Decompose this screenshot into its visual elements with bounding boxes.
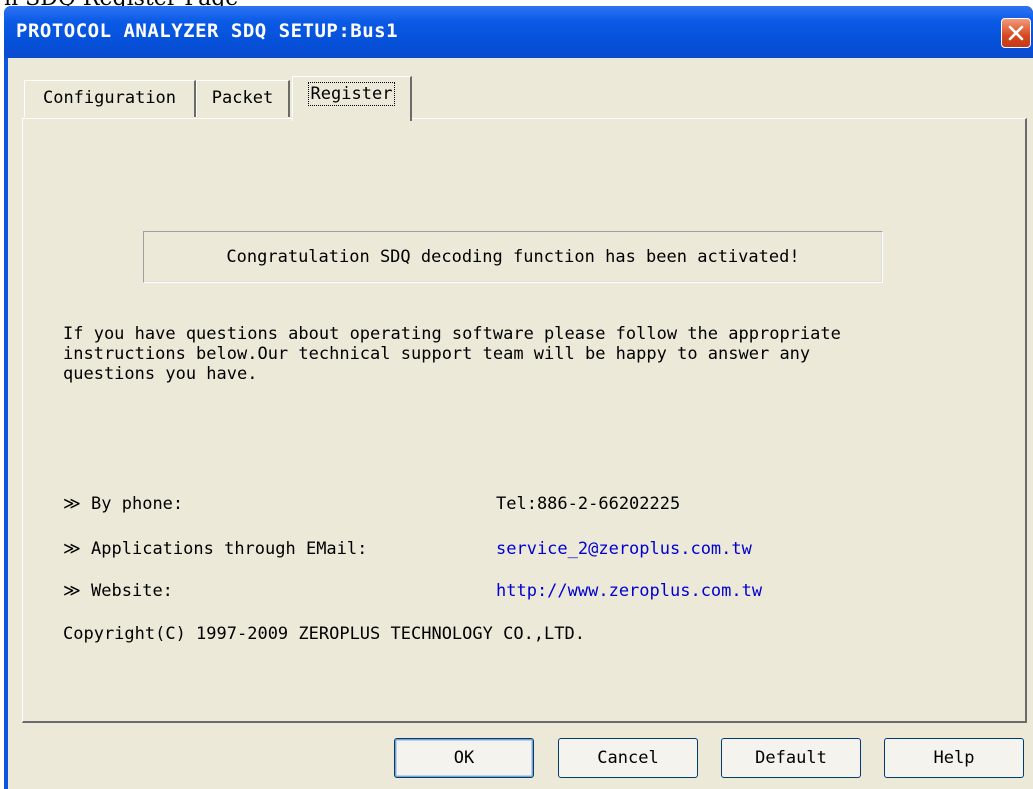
setup-dialog: PROTOCOL ANALYZER SDQ SETUP:Bus1 Configu… xyxy=(4,6,1033,789)
cancel-button[interactable]: Cancel xyxy=(558,738,698,778)
email-label: ≫ Applications through EMail: xyxy=(63,539,368,559)
tab-configuration[interactable]: Configuration xyxy=(24,80,196,117)
default-button[interactable]: Default xyxy=(721,738,861,778)
phone-value: Tel:886-2-66202225 xyxy=(496,494,681,514)
tab-packet[interactable]: Packet xyxy=(196,80,290,117)
copyright-text: Copyright(C) 1997-2009 ZEROPLUS TECHNOLO… xyxy=(63,624,585,644)
tab-register[interactable]: Register xyxy=(292,76,412,121)
support-paragraph: If you have questions about operating so… xyxy=(63,324,841,384)
website-label: ≫ Website: xyxy=(63,581,173,601)
dialog-client-area: Configuration Packet Register Congratula… xyxy=(8,58,1033,789)
email-link[interactable]: service_2@zeroplus.com.tw xyxy=(496,539,752,559)
activation-message: Congratulation SDQ decoding function has… xyxy=(143,231,883,283)
window-title: PROTOCOL ANALYZER SDQ SETUP:Bus1 xyxy=(16,20,399,42)
help-button[interactable]: Help xyxy=(884,738,1024,778)
cancel-button-label: Cancel xyxy=(597,748,659,768)
tab-packet-label: Packet xyxy=(211,88,274,108)
tab-configuration-label: Configuration xyxy=(42,88,177,108)
close-x-icon xyxy=(1008,25,1024,41)
ok-button[interactable]: OK xyxy=(394,738,534,778)
title-bar[interactable]: PROTOCOL ANALYZER SDQ SETUP:Bus1 xyxy=(4,6,1033,58)
phone-label: ≫ By phone: xyxy=(63,494,184,514)
tab-register-label: Register xyxy=(307,82,396,106)
close-button[interactable] xyxy=(1001,18,1031,48)
help-button-label: Help xyxy=(933,748,975,768)
website-link[interactable]: http://www.zeroplus.com.tw xyxy=(496,581,762,601)
default-button-label: Default xyxy=(755,748,827,768)
ok-button-label: OK xyxy=(453,748,475,768)
register-tab-panel: Congratulation SDQ decoding function has… xyxy=(22,118,1027,723)
